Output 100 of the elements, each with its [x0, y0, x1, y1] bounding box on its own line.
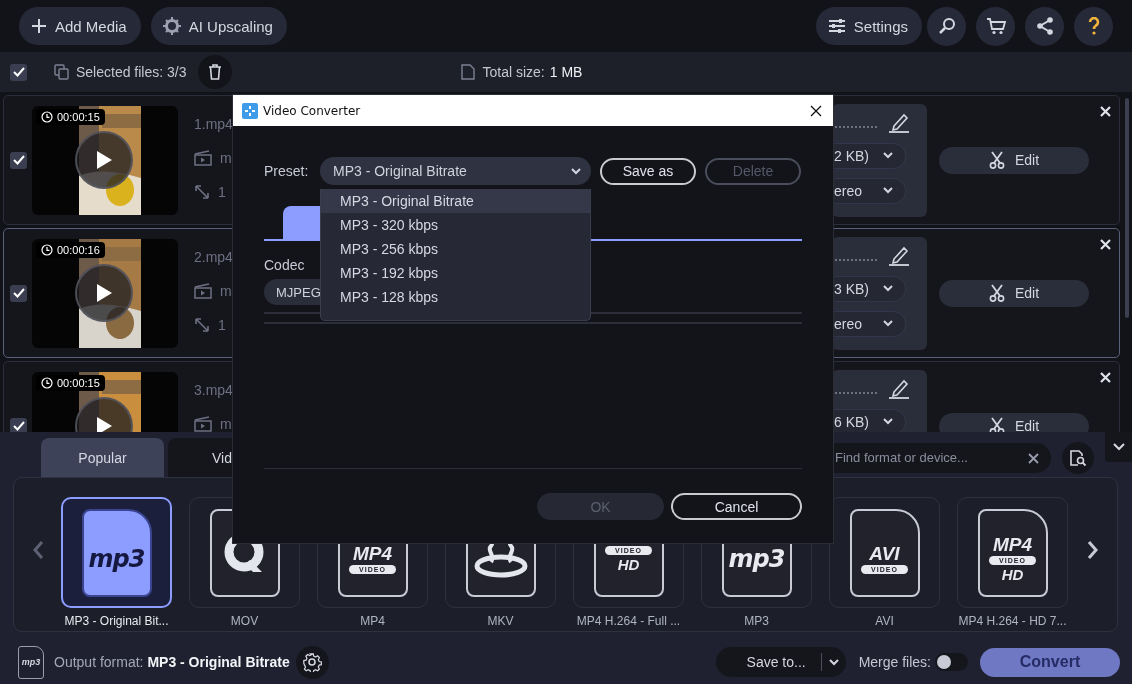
document-icon — [460, 64, 475, 80]
cart-icon — [985, 17, 1006, 35]
clock-icon — [41, 376, 53, 389]
duration-text: 00:00:15 — [57, 376, 100, 389]
chevron-icon — [883, 418, 893, 425]
file-name: 3.mp4 — [194, 382, 234, 398]
duration-text: 00:00:15 — [57, 110, 100, 123]
file-name: 2.mp4 — [194, 249, 234, 265]
chevron-icon — [883, 187, 893, 194]
chevron-right-icon — [1086, 539, 1099, 560]
total-size-value: 1 MB — [549, 64, 583, 80]
preset-option[interactable]: MP3 - Original Bitrate — [321, 189, 590, 213]
file-checkbox[interactable] — [10, 284, 27, 302]
format-label: MP3 - Original Bit... — [64, 614, 169, 628]
detail-text: 1 — [218, 317, 226, 333]
close-icon — [1099, 371, 1111, 383]
chevron-icon — [571, 167, 581, 175]
remove-button[interactable] — [1098, 370, 1112, 384]
format-label: MOV — [230, 614, 259, 628]
play-icon — [94, 148, 114, 171]
chevron-left-icon — [31, 539, 44, 560]
format-label: MP4 H.264 - Full ... — [576, 614, 681, 628]
close-icon — [1099, 238, 1111, 250]
format-label: MKV — [487, 614, 514, 628]
preset-option[interactable]: MP3 - 256 kbps — [321, 237, 590, 261]
audio-dropdown[interactable]: ereo — [832, 310, 906, 337]
settings-button[interactable] — [295, 645, 329, 679]
merge-files-label: Merge files: — [858, 654, 931, 670]
video-icon — [194, 283, 212, 299]
save-as-button[interactable]: Save as — [600, 157, 696, 185]
file-checkbox[interactable] — [10, 151, 27, 169]
output-format-text: Output format: MP3 - Original Bitrate — [54, 654, 290, 670]
file-checkbox[interactable] — [10, 417, 27, 432]
logo-text: mp3 — [728, 546, 785, 571]
format-label: MP3 — [744, 614, 769, 628]
preset-option[interactable]: MP3 - 320 kbps — [321, 213, 590, 237]
duration-text: 00:00:16 — [57, 243, 100, 256]
sliders-icon — [827, 18, 846, 34]
chevron-icon — [1112, 443, 1125, 451]
total-size-label: Total size: — [482, 64, 545, 80]
format-label: MP4 — [360, 614, 385, 628]
preset-dropdown[interactable]: MP3 - Original Bitrate — [320, 157, 591, 185]
resize-icon — [194, 317, 210, 333]
clear-icon[interactable] — [1028, 452, 1039, 464]
detail-text: 1 — [218, 184, 226, 200]
format-card[interactable]: mp3 — [61, 497, 172, 608]
edit-button[interactable]: Edit — [939, 279, 1089, 307]
edit-button[interactable]: Edit — [939, 146, 1089, 174]
detail-text: m — [220, 416, 232, 432]
gear-icon — [302, 652, 323, 672]
size-dropdown[interactable]: 2 KB) — [832, 142, 906, 169]
logo-text: AVI — [869, 543, 900, 563]
edit-button[interactable]: Edit — [939, 412, 1089, 432]
clock-icon — [41, 110, 53, 123]
video-icon — [194, 150, 212, 166]
search-icon — [937, 17, 956, 35]
play-icon — [94, 281, 114, 304]
merge-toggle[interactable] — [935, 653, 968, 671]
settings-button[interactable]: Settings — [815, 7, 922, 45]
document-search-icon — [1069, 448, 1087, 467]
dialog-title: Video Converter — [263, 103, 361, 118]
share-icon — [1035, 17, 1054, 35]
logo-text: MP4 — [992, 535, 1033, 554]
logo-text: HD — [617, 556, 640, 572]
close-icon — [810, 104, 822, 117]
resize-icon — [194, 184, 210, 200]
size-dropdown[interactable]: 3 KB) — [832, 275, 906, 302]
logo-text: MP4 — [352, 543, 393, 563]
cart-button[interactable] — [976, 6, 1015, 46]
search-button[interactable] — [1062, 441, 1094, 474]
cancel-button[interactable]: Cancel — [671, 493, 802, 520]
trash-icon — [207, 64, 222, 80]
plus-icon — [31, 18, 47, 34]
video-icon — [194, 416, 212, 432]
ai-upscaling-button[interactable]: AI Upscaling — [150, 7, 287, 45]
clock-icon — [41, 243, 53, 256]
logo-text: mp3 — [21, 657, 41, 667]
format-tab[interactable]: Popular — [41, 438, 164, 477]
scrollbar[interactable] — [1125, 98, 1129, 318]
remove-button[interactable] — [1098, 237, 1112, 251]
delete-button[interactable] — [197, 55, 232, 89]
scissors-icon — [988, 284, 1005, 302]
detail-text: m — [220, 150, 232, 166]
search-button[interactable] — [927, 6, 966, 46]
file-name: 1.mp4 — [194, 116, 234, 132]
help-button[interactable] — [1074, 6, 1113, 46]
logo-text: mp3 — [88, 546, 145, 571]
select-all-checkbox[interactable] — [10, 63, 27, 81]
remove-button[interactable] — [1098, 104, 1112, 118]
detail-text: m — [220, 283, 232, 299]
preset-label: Preset: — [264, 163, 310, 179]
chevron-icon — [883, 320, 893, 327]
size-dropdown[interactable]: 6 KB) — [832, 408, 906, 432]
collapse-button[interactable] — [1105, 432, 1132, 462]
audio-dropdown[interactable]: ereo — [832, 177, 906, 204]
add-media-button[interactable]: Add Media — [19, 7, 141, 45]
share-button[interactable] — [1025, 6, 1064, 46]
chevron-icon — [883, 152, 893, 159]
format-label: AVI — [875, 614, 894, 628]
scissors-icon — [988, 151, 1005, 169]
